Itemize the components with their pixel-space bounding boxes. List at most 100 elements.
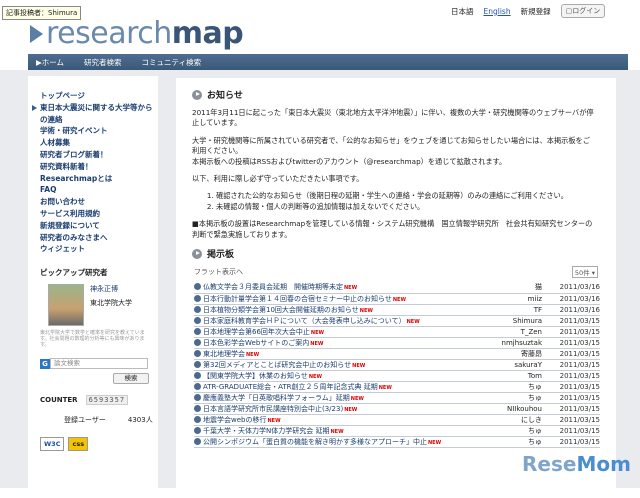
register-link[interactable]: 新規登録 bbox=[521, 6, 551, 17]
post-author[interactable]: ちゅ bbox=[492, 392, 552, 404]
table-row[interactable]: 地震学会webの移行NEW にしき 2011/03/15 bbox=[194, 414, 600, 426]
table-row[interactable]: 日本家庭科教育学会ＨＰについて（大会発表申し込みについて）NEW Shimura 2… bbox=[194, 315, 600, 327]
post-author[interactable]: Shimura bbox=[492, 315, 552, 327]
post-author[interactable]: ちゅ bbox=[492, 381, 552, 393]
lang-en-link[interactable]: English bbox=[484, 7, 511, 16]
sidebar-item-top[interactable]: トップページ bbox=[40, 90, 158, 102]
post-author[interactable]: にしき bbox=[492, 414, 552, 426]
nav-researcher-search[interactable]: 研究者検索 bbox=[84, 57, 122, 68]
post-date: 2011/03/15 bbox=[552, 436, 600, 448]
post-title[interactable]: 日本地理学会第66回年次大会中止 bbox=[203, 328, 310, 336]
new-badge: NEW bbox=[428, 439, 442, 446]
post-title[interactable]: 日本色彩学会Webサイトのご案内 bbox=[203, 339, 309, 347]
arrow-icon bbox=[194, 426, 201, 434]
table-row[interactable]: 日本色彩学会Webサイトのご案内NEW nmjhsuztak 2011/03/15 bbox=[194, 337, 600, 349]
post-title-cell[interactable]: 日本地理学会第66回年次大会中止NEW bbox=[194, 326, 492, 338]
table-row[interactable]: 千葉大学・天体力学N体力学研究会 延期NEW ちゅ 2011/03/15 bbox=[194, 425, 600, 437]
post-author[interactable]: 猫 bbox=[492, 282, 552, 294]
post-title-cell[interactable]: 地震学会webの移行NEW bbox=[194, 414, 492, 426]
table-row[interactable]: 東北地理学会NEW 寄藤昂 2011/03/15 bbox=[194, 348, 600, 360]
sidebar-item-terms[interactable]: サービス利用規約 bbox=[40, 208, 158, 220]
sidebar-item-contact[interactable]: お問い合わせ bbox=[40, 196, 158, 208]
table-row[interactable]: 公開シンポジウム「蛋白質の機能を解き明かす多様なアプローチ」中止NEW ちゅ 201… bbox=[194, 436, 600, 448]
table-row[interactable]: ATR-GRADUATE総会・ATR創立２５周年記念式典 延期NEW ちゅ 2011… bbox=[194, 381, 600, 393]
table-row[interactable]: 仏教文学会３月委員会延期 開催時期等未定NEW 猫 2011/03/16 bbox=[194, 282, 600, 294]
counter-label: COUNTER bbox=[40, 396, 78, 405]
sidebar-item-researchers[interactable]: 研究者のみなさまへ bbox=[40, 232, 158, 244]
post-title[interactable]: 日本言語学研究所市民講座特別会中止(3/23) bbox=[203, 405, 343, 413]
post-title[interactable]: 仏教文学会３月委員会延期 開催時期等未定 bbox=[203, 283, 343, 291]
post-title[interactable]: 【関東学院大学】休業のお知らせ bbox=[203, 372, 308, 380]
sidebar-item-widget[interactable]: ウィジェット bbox=[40, 243, 158, 255]
post-title-cell[interactable]: 第32回メディアとことば研究会中止のお知らせNEW bbox=[194, 359, 492, 371]
post-date: 2011/03/15 bbox=[552, 403, 600, 415]
nav-home[interactable]: ▶ホーム bbox=[36, 57, 64, 68]
table-row[interactable]: 慶應義塾大学「日英歌唱科学フォーラム」延期NEW ちゅ 2011/03/15 bbox=[194, 392, 600, 404]
css-badge[interactable]: css bbox=[68, 437, 89, 452]
post-title-cell[interactable]: 日本植物分類学会第10回大会開催延期のお知らせNEW bbox=[194, 304, 492, 316]
post-author[interactable]: 寄藤昂 bbox=[492, 348, 552, 360]
sidebar-item-blog[interactable]: 研究者ブログ新着！ bbox=[40, 149, 158, 161]
post-author[interactable]: ちゅ bbox=[492, 436, 552, 448]
nav-community-search[interactable]: コミュニティ検索 bbox=[142, 57, 202, 68]
sidebar-item-register[interactable]: 新規登録について bbox=[40, 220, 158, 232]
login-button[interactable]: ▢ログイン bbox=[560, 4, 606, 18]
sidebar-menu: トップページ 東日本大震災に関する大学等からの連絡 学術・研究イベント 人材募集… bbox=[28, 76, 158, 255]
w3c-badge[interactable]: W3C bbox=[40, 437, 65, 452]
post-title-cell[interactable]: 東北地理学会NEW bbox=[194, 348, 492, 360]
post-author[interactable]: T_Zen bbox=[492, 326, 552, 338]
post-author[interactable]: Tom bbox=[492, 370, 552, 382]
researchmap-logo[interactable]: research map bbox=[30, 16, 244, 51]
tooltip: 記事投稿者：Shimura bbox=[2, 6, 82, 20]
sidebar-item-earthquake[interactable]: 東日本大震災に関する大学等からの連絡 bbox=[32, 102, 158, 126]
flat-view-link[interactable]: フラット表示へ bbox=[194, 267, 243, 277]
arrow-icon bbox=[194, 294, 201, 302]
users-label: 登録ユーザー bbox=[64, 416, 106, 425]
post-title[interactable]: 第32回メディアとことば研究会中止のお知らせ bbox=[203, 361, 351, 369]
post-author[interactable]: miiz bbox=[492, 293, 552, 305]
post-title-cell[interactable]: ATR-GRADUATE総会・ATR創立２５周年記念式典 延期NEW bbox=[194, 381, 492, 393]
post-title[interactable]: 公開シンポジウム「蛋白質の機能を解き明かす多様なアプローチ」中止 bbox=[203, 438, 427, 446]
post-title[interactable]: 地震学会webの移行 bbox=[203, 416, 266, 424]
post-title-cell[interactable]: 慶應義塾大学「日英歌唱科学フォーラム」延期NEW bbox=[194, 392, 492, 404]
count-select[interactable]: 50件 ▾ bbox=[571, 266, 598, 279]
lang-ja-link[interactable]: 日本語 bbox=[451, 6, 474, 17]
post-title[interactable]: 慶應義塾大学「日英歌唱科学フォーラム」延期 bbox=[203, 394, 350, 402]
sidebar-item-events[interactable]: 学術・研究イベント bbox=[40, 125, 158, 137]
post-author[interactable]: nmjhsuztak bbox=[492, 337, 552, 349]
post-title-cell[interactable]: 仏教文学会３月委員会延期 開催時期等未定NEW bbox=[194, 282, 492, 294]
post-author[interactable]: NIIkouhou bbox=[492, 403, 552, 415]
post-title[interactable]: 日本行動計量学会第１４回春の合宿セミナー中止のお知らせ bbox=[203, 295, 392, 303]
post-title-cell[interactable]: 日本行動計量学会第１４回春の合宿セミナー中止のお知らせNEW bbox=[194, 293, 492, 305]
post-title-cell[interactable]: 日本色彩学会Webサイトのご案内NEW bbox=[194, 337, 492, 349]
search-input[interactable]: 論文検索 bbox=[50, 358, 148, 370]
post-title-cell[interactable]: 日本言語学研究所市民講座特別会中止(3/23)NEW bbox=[194, 403, 492, 415]
sidebar-item-about[interactable]: Researchmapとは bbox=[40, 173, 158, 185]
table-row[interactable]: 日本言語学研究所市民講座特別会中止(3/23)NEW NIIkouhou 2011/… bbox=[194, 403, 600, 415]
table-row[interactable]: 日本地理学会第66回年次大会中止NEW T_Zen 2011/03/15 bbox=[194, 326, 600, 338]
pickup-name[interactable]: 神永正博 bbox=[90, 284, 132, 294]
search-button[interactable]: 検索 bbox=[113, 373, 149, 385]
post-title[interactable]: 東北地理学会 bbox=[203, 350, 245, 358]
post-title-cell[interactable]: 日本家庭科教育学会ＨＰについて（大会発表申し込みについて）NEW bbox=[194, 315, 492, 327]
post-author[interactable]: ちゅ bbox=[492, 425, 552, 437]
post-title-cell[interactable]: 公開シンポジウム「蛋白質の機能を解き明かす多様なアプローチ」中止NEW bbox=[194, 436, 492, 448]
post-author[interactable]: TF bbox=[492, 304, 552, 316]
post-title[interactable]: 千葉大学・天体力学N体力学研究会 延期 bbox=[203, 427, 329, 435]
table-row[interactable]: 第32回メディアとことば研究会中止のお知らせNEW sakuraY 2011/03/… bbox=[194, 359, 600, 371]
post-title[interactable]: ATR-GRADUATE総会・ATR創立２５周年記念式典 延期 bbox=[203, 383, 378, 391]
table-row[interactable]: 日本植物分類学会第10回大会開催延期のお知らせNEW TF 2011/03/16 bbox=[194, 304, 600, 316]
post-title[interactable]: 日本家庭科教育学会ＨＰについて（大会発表申し込みについて） bbox=[203, 317, 406, 325]
table-row[interactable]: 日本行動計量学会第１４回春の合宿セミナー中止のお知らせNEW miiz 2011/0… bbox=[194, 293, 600, 305]
post-title-cell[interactable]: 【関東学院大学】休業のお知らせNEW bbox=[194, 370, 492, 382]
post-title-cell[interactable]: 千葉大学・天体力学N体力学研究会 延期NEW bbox=[194, 425, 492, 437]
researcher-photo[interactable] bbox=[48, 284, 84, 327]
table-row[interactable]: 【関東学院大学】休業のお知らせNEW Tom 2011/03/15 bbox=[194, 370, 600, 382]
arrow-icon bbox=[194, 393, 201, 401]
sidebar-item-materials[interactable]: 研究資料新着！ bbox=[40, 161, 158, 173]
counter-value: 6593357 bbox=[85, 395, 129, 406]
post-author[interactable]: sakuraY bbox=[492, 359, 552, 371]
sidebar-item-jobs[interactable]: 人材募集 bbox=[40, 137, 158, 149]
post-title[interactable]: 日本植物分類学会第10回大会開催延期のお知らせ bbox=[203, 306, 359, 314]
sidebar-item-faq[interactable]: FAQ bbox=[40, 184, 158, 196]
